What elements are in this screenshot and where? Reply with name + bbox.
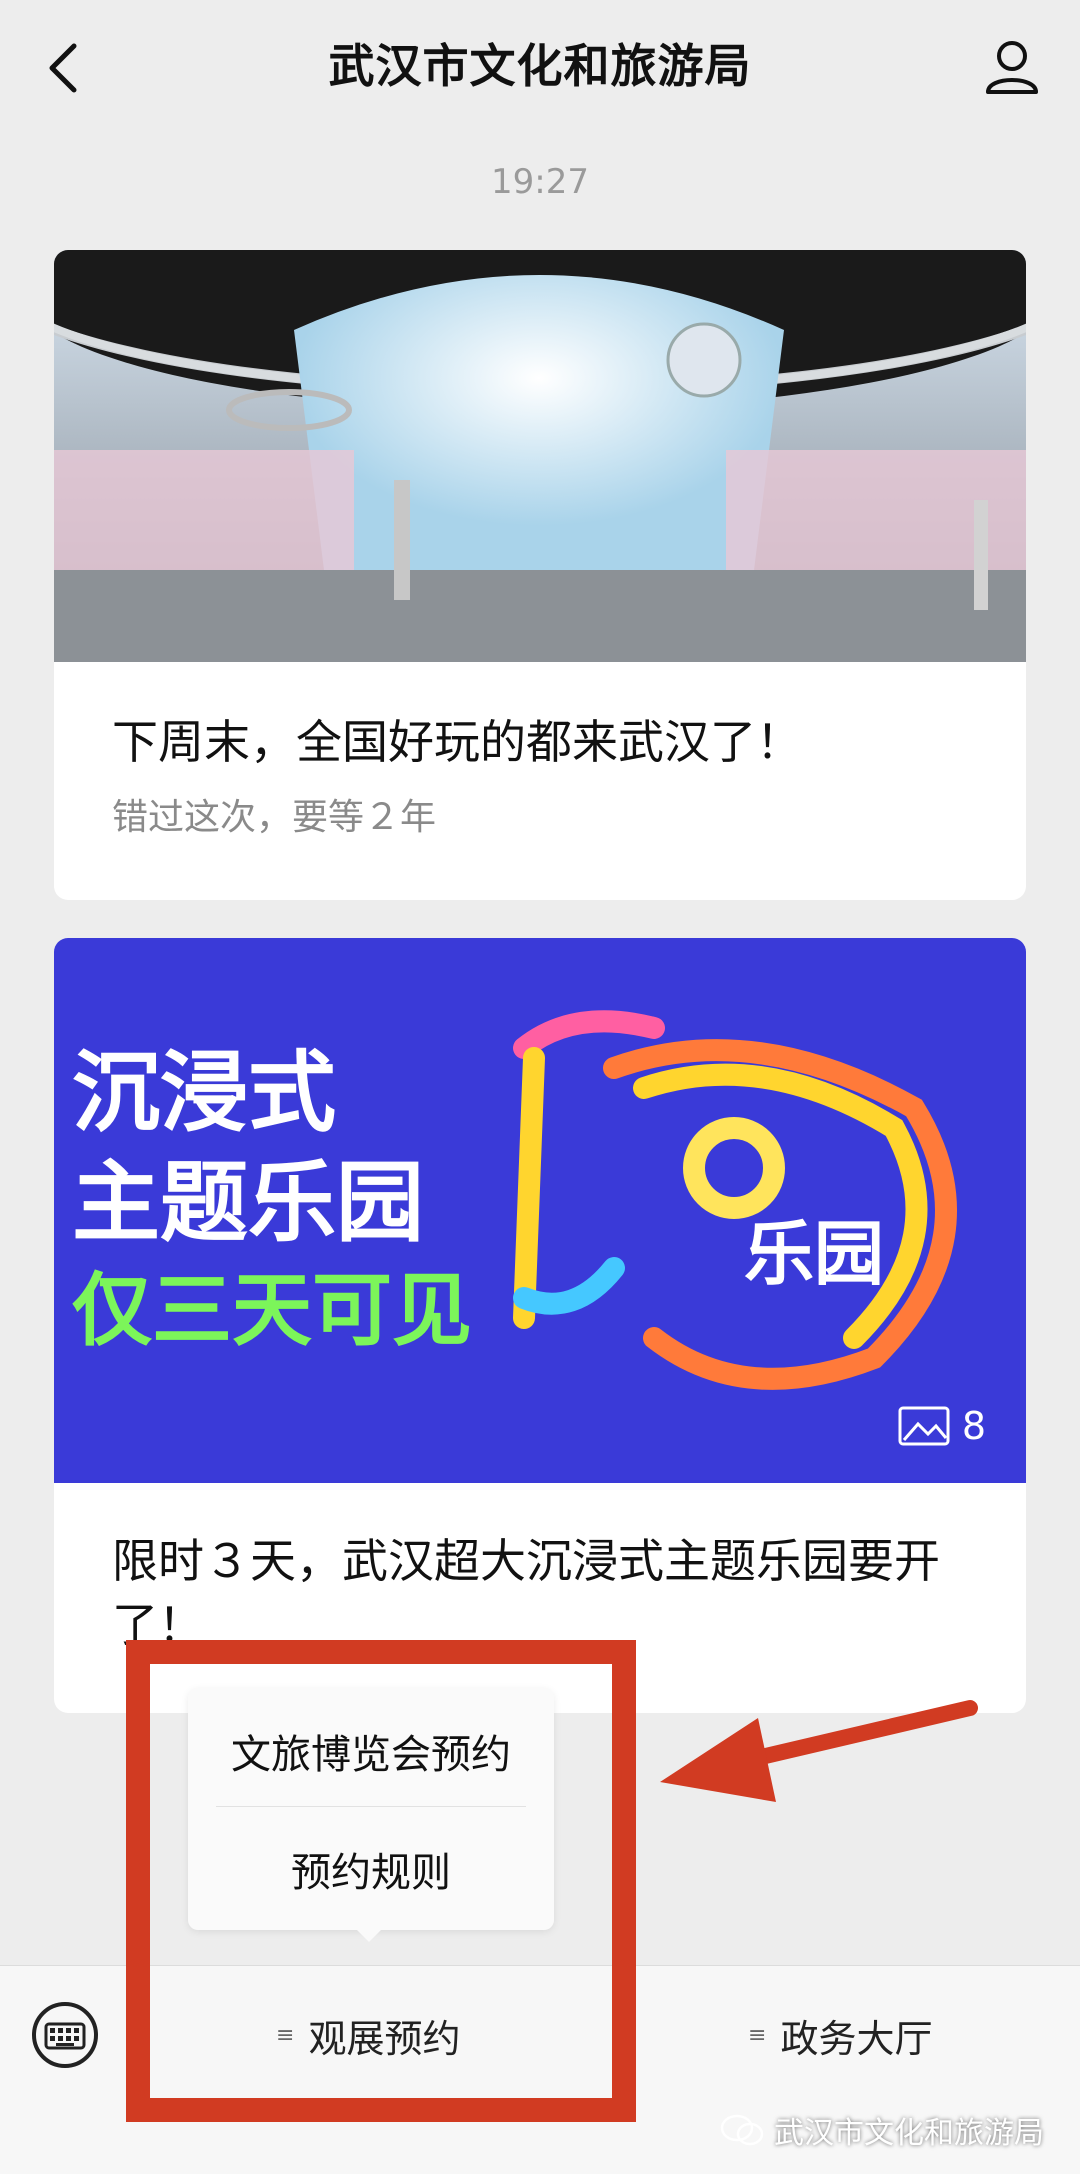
menu-lines-icon: ≡ xyxy=(748,2023,767,2048)
cover-logo-text: 乐园 xyxy=(744,1213,884,1295)
article-card[interactable]: 沉浸式 主题乐园 仅三天可见 乐园 8 限时３天，武汉超大沉浸式主题乐园要开了！ xyxy=(54,938,1026,1713)
image-count-badge: 8 xyxy=(898,1404,986,1448)
cover-text-line: 沉浸式 xyxy=(72,1041,336,1144)
cover-text-line: 仅三天可见 xyxy=(72,1264,472,1357)
top-navigation-bar: 武汉市文化和旅游局 xyxy=(0,0,1080,140)
article-title: 下周末，全国好玩的都来武汉了！ xyxy=(112,715,802,769)
article-title: 限时３天，武汉超大沉浸式主题乐园要开了！ xyxy=(112,1534,940,1652)
menu-item-label: 政务大厅 xyxy=(780,2017,933,2061)
image-gallery-icon xyxy=(898,1406,950,1446)
article-cover-image xyxy=(54,250,1026,662)
message-timestamp: 19:27 xyxy=(491,162,589,202)
highlight-box xyxy=(126,1640,636,2122)
watermark: 武汉市文化和旅游局 xyxy=(720,2108,1044,2152)
article-cover-image: 沉浸式 主题乐园 仅三天可见 乐园 xyxy=(54,938,1026,1483)
wechat-icon xyxy=(720,2114,764,2146)
keyboard-icon[interactable] xyxy=(30,2000,100,2070)
menu-item-government-hall[interactable]: ≡ 政务大厅 xyxy=(748,2008,932,2063)
watermark-text: 武汉市文化和旅游局 xyxy=(774,2116,1044,2151)
profile-icon[interactable] xyxy=(982,36,1042,96)
article-card[interactable]: 下周末，全国好玩的都来武汉了！ 错过这次，要等２年 xyxy=(54,250,1026,900)
annotation-arrow xyxy=(660,1700,978,1802)
article-subtitle: 错过这次，要等２年 xyxy=(112,797,437,838)
image-count: 8 xyxy=(961,1404,986,1448)
cover-text-line: 主题乐园 xyxy=(72,1151,424,1254)
page-title: 武汉市文化和旅游局 xyxy=(328,39,752,93)
